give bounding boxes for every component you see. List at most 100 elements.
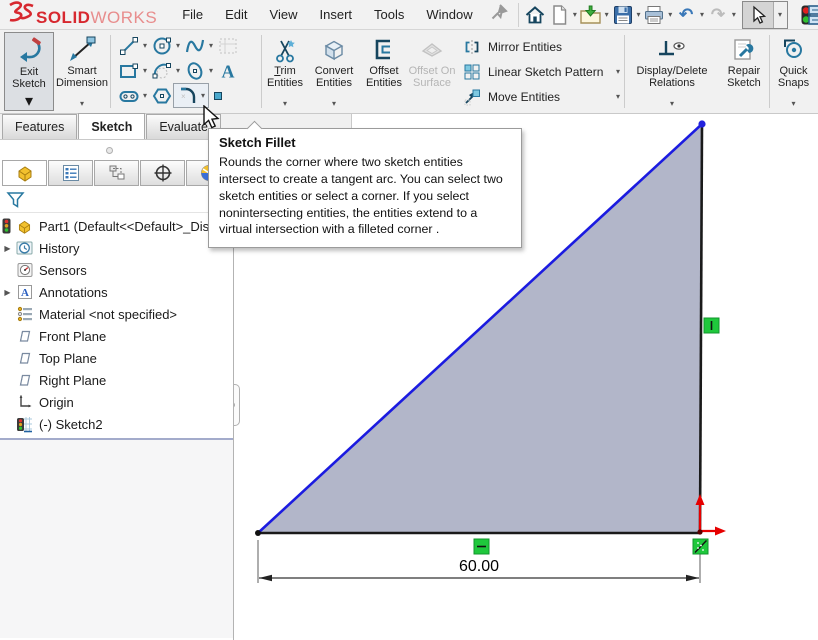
spline-tool-caret[interactable]: ▾: [206, 41, 216, 50]
new-document-button[interactable]: [547, 2, 571, 28]
tree-item-origin[interactable]: Origin: [0, 391, 233, 413]
menu-view[interactable]: View: [259, 0, 309, 30]
sketch-fillet-button[interactable]: ×: [174, 84, 198, 107]
move-entities-button[interactable]: Move Entities ▾: [462, 84, 624, 109]
tab-features[interactable]: Features: [2, 114, 77, 139]
exit-sketch-caret[interactable]: ▾: [5, 91, 53, 111]
menu-window[interactable]: Window: [415, 0, 483, 30]
rectangle-tool-button[interactable]: [117, 59, 140, 82]
display-delete-relations-caret[interactable]: ▾: [670, 100, 674, 111]
tree-item-sketch2[interactable]: (-) Sketch2: [0, 413, 233, 435]
home-button[interactable]: [522, 2, 546, 28]
circle-tool-caret[interactable]: ▾: [173, 41, 183, 50]
ds-3s-logo-icon: [6, 1, 36, 23]
vertex-point-bottom-left[interactable]: [255, 530, 261, 536]
tree-item-right-plane[interactable]: Right Plane: [0, 369, 233, 391]
ellipse-tool-button[interactable]: [183, 59, 206, 82]
svg-text:A: A: [221, 61, 234, 81]
move-entities-caret[interactable]: ▾: [616, 92, 620, 101]
menu-tools[interactable]: Tools: [363, 0, 415, 30]
smart-dimension-caret[interactable]: ▾: [80, 100, 84, 111]
tree-item-material[interactable]: Material <not specified>: [0, 303, 233, 325]
ellipse-tool-caret[interactable]: ▾: [206, 66, 216, 75]
linear-sketch-pattern-button[interactable]: Linear Sketch Pattern ▾: [462, 59, 624, 84]
menu-file[interactable]: File: [171, 0, 214, 30]
tree-item-annotations[interactable]: ▶ A Annotations: [0, 281, 233, 303]
arc-tool-caret[interactable]: ▾: [173, 66, 183, 75]
panel-lower-area: [0, 440, 233, 638]
menu-edit[interactable]: Edit: [214, 0, 258, 30]
relation-vertical-badge[interactable]: [704, 318, 719, 333]
tab-property-manager[interactable]: [48, 160, 93, 186]
print-caret[interactable]: ▾: [667, 10, 674, 19]
text-tool-button[interactable]: A: [216, 59, 239, 82]
print-button[interactable]: [642, 2, 666, 28]
quick-snaps-button[interactable]: Quick Snaps ▾: [770, 32, 817, 111]
undo-button[interactable]: ↶: [674, 2, 698, 28]
clipped-toolbar-icon[interactable]: [808, 4, 818, 26]
menu-insert[interactable]: Insert: [309, 0, 364, 30]
spline-tool-button[interactable]: [183, 34, 206, 57]
new-document-caret[interactable]: ▾: [571, 10, 578, 19]
tab-display-manager[interactable]: [140, 160, 185, 186]
save-caret[interactable]: ▾: [635, 10, 642, 19]
plane-icon: [15, 350, 34, 367]
panel-resize-dot[interactable]: [106, 147, 113, 154]
open-caret[interactable]: ▾: [603, 10, 610, 19]
mirror-entities-button[interactable]: Mirror Entities: [462, 34, 624, 59]
offset-entities-button[interactable]: Offset Entities: [360, 32, 408, 111]
select-tool-button[interactable]: [743, 2, 773, 28]
menu-bar: SOLIDWORKS File Edit View Insert Tools W…: [0, 0, 818, 30]
polygon-tool-button[interactable]: [150, 84, 173, 107]
origin-triad[interactable]: [696, 494, 727, 536]
sketch-fillet-caret[interactable]: ▾: [198, 91, 208, 100]
tree-filter-row[interactable]: [0, 187, 233, 213]
relation-horizontal-badge[interactable]: [474, 539, 489, 554]
redo-caret[interactable]: ▾: [730, 10, 737, 19]
circle-tool-button[interactable]: [150, 34, 173, 57]
tree-item-history[interactable]: ▶ History: [0, 237, 233, 259]
trim-entities-button[interactable]: Trim Entities ▾: [262, 32, 308, 111]
redo-button[interactable]: ↷: [706, 2, 730, 28]
undo-caret[interactable]: ▾: [698, 10, 705, 19]
trim-entities-caret[interactable]: ▾: [283, 100, 287, 111]
linear-pattern-caret[interactable]: ▾: [616, 67, 620, 76]
tree-item-top-plane[interactable]: Top Plane: [0, 347, 233, 369]
open-button[interactable]: [579, 2, 603, 28]
undo-icon: ↶: [679, 5, 693, 25]
linear-sketch-pattern-icon: [462, 63, 482, 81]
svg-text:×: ×: [181, 92, 186, 101]
line-tool-caret[interactable]: ▾: [140, 41, 150, 50]
save-button[interactable]: [610, 2, 634, 28]
slot-tool-button[interactable]: [117, 84, 140, 107]
display-delete-relations-button[interactable]: Display/Delete Relations ▾: [625, 32, 719, 111]
arc-tool-button[interactable]: [150, 59, 173, 82]
traffic-light-icon: [0, 218, 13, 235]
relation-coincident-badge[interactable]: [693, 539, 708, 554]
pin-menu-icon[interactable]: [490, 3, 508, 26]
line-tool-button[interactable]: [117, 34, 140, 57]
convert-entities-caret[interactable]: ▾: [332, 100, 336, 111]
tab-feature-manager[interactable]: [2, 160, 47, 186]
dimension-value[interactable]: 60.00: [459, 558, 499, 575]
smart-dimension-button[interactable]: Smart Dimension ▾: [54, 32, 110, 111]
smart-dimension-icon: [67, 35, 97, 65]
tab-sketch[interactable]: Sketch: [78, 113, 145, 139]
vertex-point-top[interactable]: [698, 120, 705, 127]
quick-snaps-caret[interactable]: ▾: [791, 100, 795, 111]
expander-icon[interactable]: ▶: [0, 288, 15, 297]
repair-sketch-button[interactable]: Repair Sketch: [719, 32, 769, 111]
select-tool-caret[interactable]: ▾: [773, 2, 787, 28]
tree-item-sensors[interactable]: Sensors: [0, 259, 233, 281]
point-tool-button[interactable]: [209, 84, 227, 107]
rectangle-tool-caret[interactable]: ▾: [140, 66, 150, 75]
expander-icon[interactable]: ▶: [0, 244, 15, 253]
tab-configuration-manager[interactable]: [94, 160, 139, 186]
convert-entities-button[interactable]: Convert Entities ▾: [308, 32, 360, 111]
sketch-picture-button-disabled: [216, 34, 239, 57]
configuration-manager-icon: [107, 163, 127, 183]
exit-sketch-button[interactable]: Exit Sketch: [5, 33, 53, 91]
tree-item-front-plane[interactable]: Front Plane: [0, 325, 233, 347]
tree-root-part1[interactable]: Part1 (Default<<Default>_Display Sta: [0, 215, 233, 237]
slot-tool-caret[interactable]: ▾: [140, 91, 150, 100]
